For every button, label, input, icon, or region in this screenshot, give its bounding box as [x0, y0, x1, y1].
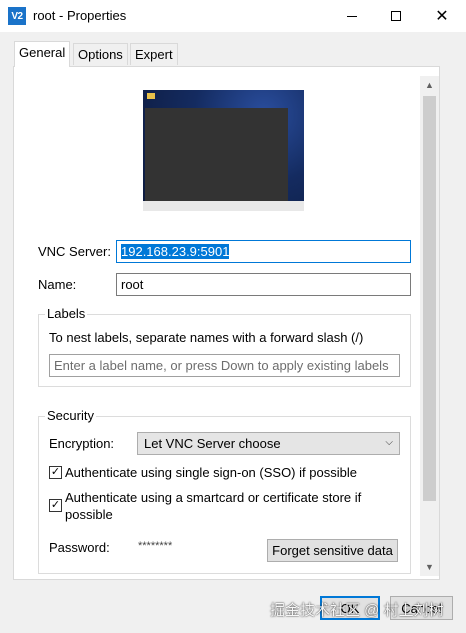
smartcard-checkbox[interactable]: ✓ — [49, 499, 62, 512]
site-watermark: 掘金技术社区 @ 村上刘树 — [270, 602, 444, 619]
window-title: root - Properties — [33, 8, 127, 23]
labels-hint: To nest labels, separate names with a fo… — [49, 330, 364, 345]
name-label: Name: — [38, 277, 77, 292]
sso-label: Authenticate using single sign-on (SSO) … — [65, 465, 357, 480]
maximize-button[interactable] — [374, 0, 418, 32]
maximize-icon — [391, 11, 401, 21]
vnc-server-input[interactable]: 192.168.23.9:5901 — [116, 240, 411, 263]
tab-general[interactable]: General — [14, 41, 71, 67]
scroll-up-icon[interactable]: ▲ — [420, 78, 439, 92]
close-button[interactable]: ✕ — [420, 0, 464, 32]
desktop-preview-thumbnail — [143, 90, 304, 211]
vnc-server-value: 192.168.23.9:5901 — [121, 244, 230, 259]
preview-taskbar — [143, 201, 304, 211]
tab-options[interactable]: Options — [73, 43, 128, 65]
preview-window — [145, 108, 288, 201]
minimize-icon — [347, 15, 357, 17]
vnc-viewer-app-icon: V2 — [8, 7, 26, 25]
password-label: Password: — [49, 540, 110, 555]
close-icon: ✕ — [435, 8, 449, 25]
scroll-down-icon[interactable]: ▼ — [420, 560, 439, 574]
label-input-placeholder: Enter a label name, or press Down to app… — [54, 358, 389, 373]
encryption-select[interactable]: Let VNC Server choose ⌵ — [137, 432, 400, 455]
chevron-down-icon: ⌵ — [385, 437, 393, 448]
title-bar: V2 root - Properties ✕ — [0, 0, 466, 32]
scroll-thumb[interactable] — [423, 96, 436, 501]
vertical-scrollbar[interactable]: ▲ ▼ — [420, 76, 439, 576]
labels-group-title: Labels — [45, 306, 88, 321]
folder-icon — [147, 93, 155, 99]
forget-sensitive-data-button[interactable]: Forget sensitive data — [267, 539, 398, 562]
label-name-input[interactable]: Enter a label name, or press Down to app… — [49, 354, 400, 377]
tab-expert[interactable]: Expert — [130, 43, 178, 65]
encryption-selected-value: Let VNC Server choose — [144, 436, 281, 451]
security-group-title: Security — [45, 408, 96, 423]
password-value: ******** — [138, 540, 173, 552]
sso-checkbox[interactable]: ✓ — [49, 466, 62, 479]
encryption-label: Encryption: — [49, 436, 115, 451]
smartcard-label-line1: Authenticate using a smartcard or certif… — [65, 490, 362, 505]
vnc-server-label: VNC Server: — [38, 244, 111, 259]
name-value: root — [121, 277, 144, 292]
name-input[interactable]: root — [116, 273, 411, 296]
minimize-button[interactable] — [330, 0, 374, 32]
smartcard-label-line2: possible — [65, 507, 113, 522]
